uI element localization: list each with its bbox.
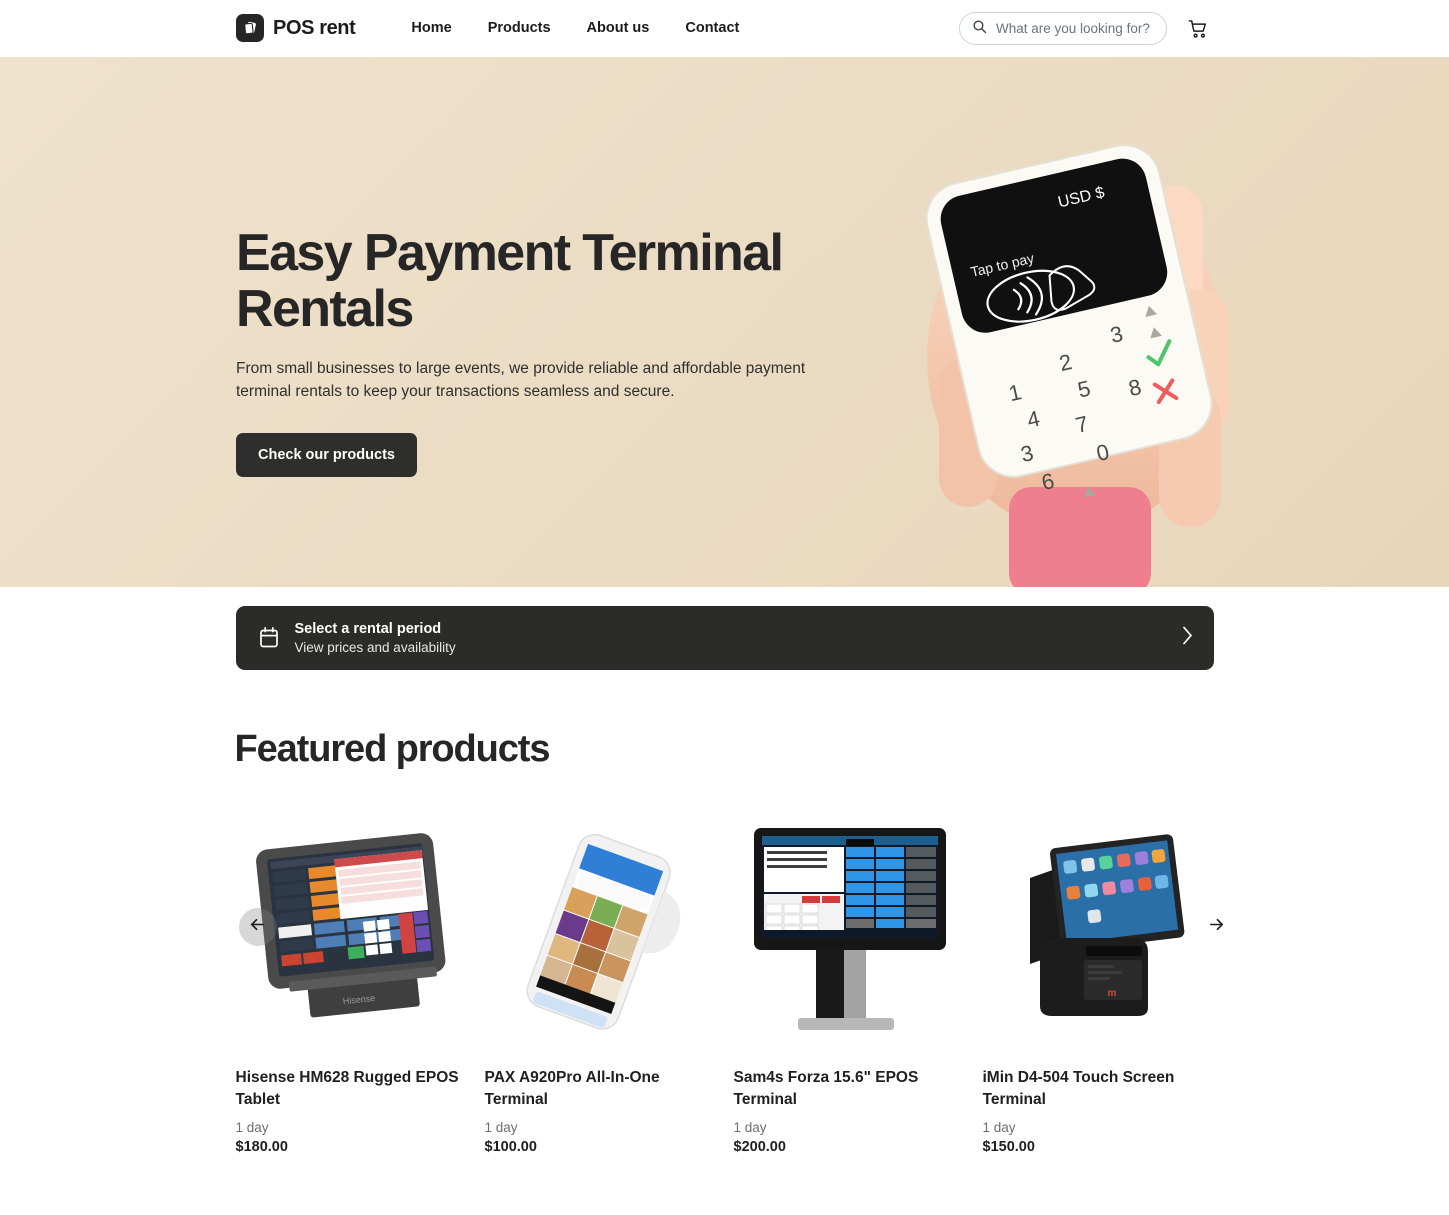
product-duration: 1 day xyxy=(733,1120,767,1135)
search-input[interactable] xyxy=(996,21,1154,36)
product-price: $180.00 xyxy=(235,1139,288,1155)
imin-d4-504-touch-screen-terminal-image: m xyxy=(982,815,1214,1045)
product-card[interactable]: m iMin D4-504 Touch Screen Terminal 1 da… xyxy=(982,815,1214,1155)
product-price: $200.00 xyxy=(733,1139,786,1155)
site-header: POS rent Home Products About us Contact xyxy=(0,0,1449,57)
carousel-next-button[interactable] xyxy=(1198,908,1236,946)
rental-banner-title: Select a rental period xyxy=(294,621,442,637)
carousel-prev-button[interactable] xyxy=(238,908,277,946)
featured-products-heading: Featured products xyxy=(234,728,551,770)
product-price: $100.00 xyxy=(484,1139,537,1155)
product-duration: 1 day xyxy=(982,1120,1016,1135)
select-rental-period-banner[interactable]: Select a rental period View prices and a… xyxy=(235,606,1214,670)
svg-text:m: m xyxy=(1108,988,1117,999)
hero-paragraph: From small businesses to large events, w… xyxy=(236,360,806,401)
header-actions xyxy=(959,0,1449,57)
nav-item-contact[interactable]: Contact xyxy=(667,14,757,42)
product-title: iMin D4-504 Touch Screen Terminal xyxy=(982,1069,1175,1108)
nav-item-about-us[interactable]: About us xyxy=(569,14,668,42)
product-title: PAX A920Pro All-In-One Terminal xyxy=(484,1069,660,1108)
product-carousel: Hisense Hisense HM628 Rugged EPOS Tablet… xyxy=(235,815,1214,1155)
product-duration: 1 day xyxy=(484,1120,518,1135)
product-card[interactable]: Hisense Hisense HM628 Rugged EPOS Tablet… xyxy=(235,815,467,1155)
payment-terminal-illustration: USD $ Tap to pay 123 45 378 60 xyxy=(829,57,1299,587)
rental-banner-subtitle: View prices and availability xyxy=(294,640,456,655)
search-icon xyxy=(972,19,987,39)
product-duration: 1 day xyxy=(235,1120,269,1135)
arrow-left-icon xyxy=(248,915,267,939)
shopping-cart-icon[interactable] xyxy=(1185,16,1211,42)
product-price: $150.00 xyxy=(982,1139,1035,1155)
product-title: Sam4s Forza 15.6" EPOS Terminal xyxy=(733,1069,919,1108)
check-our-products-button[interactable]: Check our products xyxy=(236,433,417,478)
brand-logo[interactable]: POS rent xyxy=(236,14,356,42)
featured-products-section: Featured products Hisense Hisense HM628 … xyxy=(234,670,1224,1155)
pax-a920pro-handheld-terminal-image xyxy=(484,815,716,1045)
hero-section: USD $ Tap to pay 123 45 378 60 Easy Paym… xyxy=(0,57,1449,587)
arrow-right-icon xyxy=(1207,915,1226,939)
brand-name: POS rent xyxy=(273,16,356,39)
search-box[interactable] xyxy=(959,12,1167,45)
product-card[interactable]: Sam4s Forza 15.6" EPOS Terminal 1 day $2… xyxy=(733,815,965,1155)
rental-banner-texts: Select a rental period View prices and a… xyxy=(295,621,456,655)
sam4s-forza-monitor-terminal-image xyxy=(733,815,965,1045)
main-nav: Home Products About us Contact xyxy=(399,14,757,42)
nav-item-products[interactable]: Products xyxy=(470,14,569,42)
hero-content: Easy Payment Terminal Rentals From small… xyxy=(236,224,896,478)
calendar-icon xyxy=(258,626,280,650)
rental-banner-wrap: Select a rental period View prices and a… xyxy=(0,587,1449,670)
product-title: Hisense HM628 Rugged EPOS Tablet xyxy=(235,1069,459,1108)
hero-heading: Easy Payment Terminal Rentals xyxy=(236,224,784,339)
product-card[interactable]: PAX A920Pro All-In-One Terminal 1 day $1… xyxy=(484,815,716,1155)
chevron-right-icon[interactable] xyxy=(1181,626,1194,651)
cards-stack-icon xyxy=(236,14,264,42)
nav-item-home[interactable]: Home xyxy=(399,14,469,42)
